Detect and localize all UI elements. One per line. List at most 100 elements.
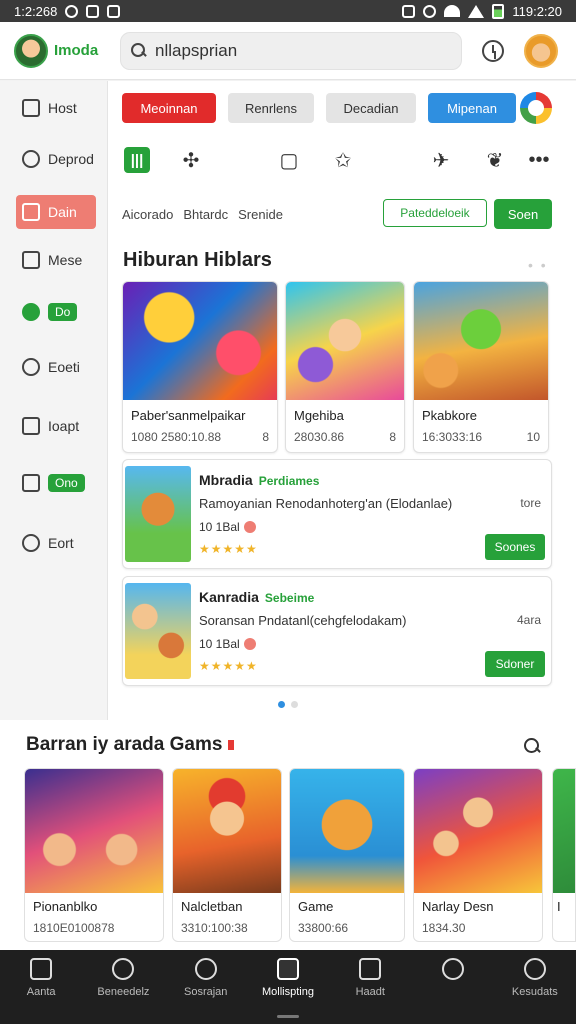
search-icon (131, 42, 147, 59)
game-name: Narlay Desn (422, 899, 494, 914)
game-cover-image (414, 282, 548, 400)
featured-tile[interactable]: Mgehiba 28030.86 8 (285, 281, 405, 453)
tile-meta: 16:3033:16 (422, 430, 483, 444)
plane-icon[interactable]: ✈ (428, 147, 454, 173)
sidebar-item-mese[interactable]: Mese (16, 243, 96, 277)
game-tile[interactable]: Narlay Desn 1834.30 (413, 768, 543, 942)
game-meta: 1810E0100878 (33, 921, 115, 935)
game-tile[interactable]: Game 33800:66 (289, 768, 405, 942)
puzzle-icon[interactable]: ✣ (178, 147, 204, 173)
search-bar[interactable] (120, 31, 462, 70)
sidebar-item-label: Eort (48, 535, 74, 551)
sidebar-item-ioapt[interactable]: Ioapt (16, 409, 96, 443)
sidebar-item-eoeti[interactable]: Eoeti (16, 350, 96, 384)
pager-dot[interactable] (291, 701, 298, 708)
chip-2[interactable]: Renrlens (228, 93, 314, 123)
featured-section-title: Hiburan Hiblars (123, 249, 272, 271)
nav-item-beneedelz[interactable]: Beneedelz (82, 950, 164, 1024)
user-avatar[interactable] (524, 33, 558, 68)
search-icon (194, 958, 217, 980)
shield-icon (22, 358, 40, 376)
app-logo[interactable]: Imoda (14, 33, 118, 68)
colorwheel-icon[interactable] (520, 92, 552, 124)
sidebar-item-ono[interactable]: Ono (16, 466, 96, 500)
nav-item-kesudats[interactable]: Kesudats (494, 950, 576, 1024)
featured-tile[interactable]: Paber'sanmelpaikar 1080 2580:10.88 8 (122, 281, 278, 453)
tile-name: Mgehiba (294, 408, 344, 423)
search-icon[interactable] (524, 738, 542, 756)
pager-dot-active[interactable] (278, 701, 285, 708)
nav-item-sosrajan[interactable]: Sosrajan (165, 950, 247, 1024)
top-bar: Imoda (0, 22, 576, 80)
filter-outline-button[interactable]: Pateddeloeik (383, 199, 487, 227)
sidebar-item-label: Do (48, 303, 78, 321)
chip-4[interactable]: Mipenan (428, 93, 516, 123)
nav-item-aanta[interactable]: Aanta (0, 950, 82, 1024)
app-icon (86, 4, 100, 18)
sidebar-item-eort[interactable]: Eort (16, 526, 96, 560)
leaf-icon[interactable]: ❦ (482, 147, 508, 173)
sidebar-item-do[interactable]: Do (16, 295, 96, 329)
search-icon (523, 958, 546, 980)
tile-count: 10 (526, 430, 540, 444)
list-tag: Sebeime (264, 591, 315, 605)
section-more-dots[interactable]: • • (528, 257, 548, 273)
game-tile[interactable]: Nalcletban 3310:100:38 (172, 768, 282, 942)
game-thumbnail (125, 466, 191, 562)
list-title: Kanradia Sebeime (199, 589, 315, 605)
sidebar-item-label: Ioapt (48, 418, 80, 434)
sidebar-item-host[interactable]: Host (16, 91, 96, 125)
nav-label: Mollispting (262, 986, 314, 998)
nav-label: Beneedelz (97, 986, 150, 998)
chip-3[interactable]: Decadian (326, 93, 416, 123)
game-tile-partial[interactable]: I (552, 768, 576, 942)
filter-label-2[interactable]: Bhtardc (183, 207, 228, 222)
nav-item-mollispting[interactable]: Mollispting (247, 950, 329, 1024)
nav-item-haadt[interactable]: Haadt (329, 950, 411, 1024)
sidebar-item-label: Ono (48, 474, 85, 492)
rating-stars: ★★★★★ (199, 542, 258, 556)
app-icon-2 (107, 4, 121, 18)
battery-icon (492, 3, 505, 19)
carousel-pager[interactable] (278, 701, 298, 708)
game-cover-image (286, 282, 404, 400)
list-item[interactable]: Mbradia Perdiames Ramoyanian Renodanhoter… (122, 459, 552, 569)
list-meta: 10 1Bal (199, 637, 256, 651)
sidebar-item-label: Dain (48, 204, 77, 220)
wifi-icon (444, 5, 461, 17)
sidebar-item-deprod[interactable]: Deprod (16, 142, 96, 176)
list-action-button[interactable]: Sdoner (485, 651, 545, 677)
category-chips: Meoinnan Renrlens Decadian Mipenan (122, 93, 516, 123)
filter-row: Aicorado Bhtardc Srenide Pateddeloeik So… (122, 199, 562, 229)
sidebar-item-label: Eoeti (48, 359, 80, 375)
filter-fill-button[interactable]: Soen (494, 199, 552, 229)
notification-icon (65, 4, 79, 18)
star-icon[interactable]: ✩ (330, 147, 356, 173)
tile-name: Pkabkore (422, 408, 477, 423)
sidebar-item-dain[interactable]: Dain (16, 195, 96, 229)
list-description: Soransan Pndatanl(cehgfelodakam) (199, 613, 407, 628)
bluetooth-icon (423, 4, 437, 18)
list-action-button[interactable]: Soones (485, 534, 545, 560)
filter-label-3[interactable]: Srenide (238, 207, 283, 222)
list-item[interactable]: Kanradia Sebeime Soransan Pndatanl(cehgfe… (122, 576, 552, 686)
tile-meta: 1080 2580:10.88 (131, 430, 222, 444)
list-title: Mbradia Perdiames (199, 472, 320, 488)
sidebar-item-label: Host (48, 100, 77, 116)
nav-item-people[interactable] (411, 950, 493, 1024)
bag-icon[interactable]: ▢ (276, 147, 302, 173)
filter-label-1[interactable]: Aicorado (122, 207, 173, 222)
search-input[interactable] (155, 40, 445, 61)
game-cover-image (173, 769, 281, 893)
game-tile[interactable]: Pionanblko 1810E0100878 (24, 768, 164, 942)
tile-count: 8 (389, 430, 396, 444)
bars-icon[interactable]: ||| (124, 147, 150, 173)
game-name: I (557, 899, 561, 914)
lock-icon (359, 958, 382, 980)
square-icon (22, 251, 40, 269)
more-icon[interactable]: ••• (526, 147, 552, 173)
game-meta: 33800:66 (298, 921, 349, 935)
history-clock-icon[interactable] (482, 39, 504, 62)
featured-tile[interactable]: Pkabkore 16:3033:16 10 (413, 281, 549, 453)
chip-1[interactable]: Meoinnan (122, 93, 216, 123)
